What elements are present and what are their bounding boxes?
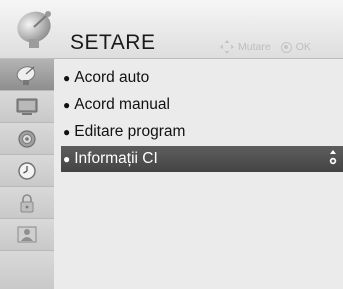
menu-item-label: Acord manual bbox=[74, 96, 170, 113]
sidebar-item-empty bbox=[0, 251, 54, 289]
hint-ok-label: OK bbox=[295, 41, 311, 53]
menu-header: SETARE Mutare OK bbox=[0, 0, 343, 59]
ok-button-icon bbox=[280, 41, 292, 53]
menu-item-informatii-ci[interactable]: ● Informații CI bbox=[61, 146, 343, 172]
menu-item-label: Acord auto bbox=[74, 69, 150, 86]
bullet: ● bbox=[63, 125, 71, 139]
sidebar-item-picture[interactable] bbox=[0, 91, 54, 123]
bullet: ● bbox=[63, 71, 71, 85]
lock-icon bbox=[20, 193, 34, 212]
bullet: ● bbox=[63, 152, 71, 166]
picture-icon bbox=[16, 98, 38, 115]
bullet: ● bbox=[63, 98, 71, 112]
menu-item-label: Informații CI bbox=[74, 150, 158, 167]
sidebar-item-option[interactable] bbox=[0, 219, 54, 251]
sidebar-item-setup[interactable] bbox=[0, 59, 54, 91]
satellite-dish-icon bbox=[17, 11, 51, 48]
sidebar-item-audio[interactable] bbox=[0, 123, 54, 155]
menu-item-acord-manual[interactable]: ● Acord manual bbox=[61, 92, 343, 118]
up-down-select-icon bbox=[329, 150, 337, 165]
category-sidebar bbox=[0, 59, 54, 289]
clock-icon bbox=[18, 161, 36, 180]
option-person-icon bbox=[17, 226, 37, 242]
audio-speaker-icon bbox=[18, 129, 36, 148]
move-arrows-icon bbox=[220, 40, 234, 54]
sidebar-item-time[interactable] bbox=[0, 155, 54, 187]
navigation-hint: Mutare OK bbox=[220, 40, 311, 54]
menu-item-acord-auto[interactable]: ● Acord auto bbox=[61, 65, 343, 91]
sidebar-item-lock[interactable] bbox=[0, 187, 54, 219]
hint-move-label: Mutare bbox=[238, 41, 271, 53]
page-title: SETARE bbox=[70, 31, 156, 54]
menu-item-editare-program[interactable]: ● Editare program bbox=[61, 119, 343, 145]
menu-item-label: Editare program bbox=[74, 123, 186, 140]
settings-menu-window: SETARE Mutare OK ● Acord auto ● Acord ma… bbox=[0, 0, 343, 289]
menu-content-panel: ● Acord auto ● Acord manual ● Editare pr… bbox=[54, 59, 343, 289]
satellite-dish-icon bbox=[16, 65, 36, 85]
